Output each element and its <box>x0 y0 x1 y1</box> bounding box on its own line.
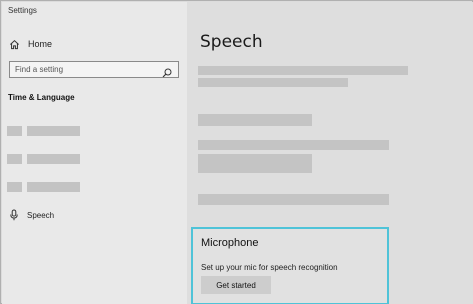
placeholder-control <box>198 154 312 173</box>
section-title: Time & Language <box>8 93 75 102</box>
main-content: Speech Microphone Set up your mic for sp… <box>187 2 473 304</box>
placeholder-line <box>198 140 389 150</box>
sidebar-item-placeholder[interactable] <box>7 153 80 164</box>
placeholder-label <box>27 125 80 136</box>
microphone-card: Microphone Set up your mic for speech re… <box>191 227 389 304</box>
sidebar: Settings Home Time & Language <box>2 2 187 304</box>
microphone-description: Set up your mic for speech recognition <box>201 263 338 272</box>
search-icon[interactable] <box>162 65 172 78</box>
sidebar-item-label: Home <box>28 39 53 49</box>
search-field[interactable] <box>9 61 179 78</box>
placeholder-line <box>198 78 348 87</box>
settings-window: Settings Home Time & Language <box>0 0 473 304</box>
placeholder-label <box>27 153 80 164</box>
placeholder-icon <box>7 125 22 136</box>
window-title: Settings <box>8 6 37 15</box>
sidebar-item-home[interactable]: Home <box>8 36 178 52</box>
get-started-button[interactable]: Get started <box>201 276 271 294</box>
placeholder-line <box>198 114 312 126</box>
page-title: Speech <box>200 32 263 52</box>
sidebar-item-placeholder[interactable] <box>7 181 80 192</box>
sidebar-item-speech[interactable]: Speech <box>8 208 178 222</box>
sidebar-item-label: Speech <box>27 210 55 220</box>
home-icon <box>8 38 20 50</box>
microphone-icon <box>8 209 20 221</box>
placeholder-icon <box>7 153 22 164</box>
search-input[interactable] <box>15 65 160 74</box>
placeholder-icon <box>7 181 22 192</box>
sidebar-item-placeholder[interactable] <box>7 125 80 136</box>
placeholder-line <box>198 66 408 75</box>
placeholder-line <box>198 194 389 205</box>
microphone-heading: Microphone <box>201 237 259 249</box>
placeholder-label <box>27 181 80 192</box>
